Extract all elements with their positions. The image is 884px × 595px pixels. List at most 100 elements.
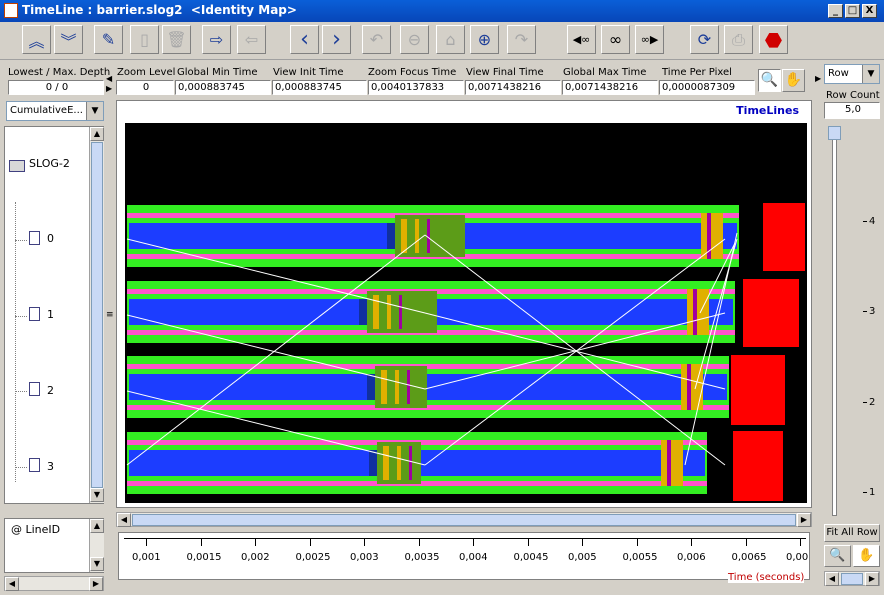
row-combo[interactable]: Row ▼	[824, 64, 880, 84]
legend-combo[interactable]: CumulativeE... ▼	[6, 101, 104, 121]
row-count-field[interactable]: 5,0	[824, 102, 880, 119]
zoom-mode-toggle[interactable]: 🔍	[758, 69, 781, 92]
time-per-pixel-field[interactable]: 0,0000087309	[659, 80, 755, 95]
redo-button[interactable]: ↷	[507, 25, 536, 54]
state-tail-marker	[687, 364, 691, 410]
scroll-left-button[interactable]: ◀	[825, 572, 839, 586]
zoom-in-icon: ⊕	[477, 30, 492, 49]
print-button[interactable]: ⎙	[724, 25, 753, 54]
zoom-in-button[interactable]: ⊕	[470, 25, 499, 54]
row-slider[interactable]: 4 3 2 1	[823, 122, 881, 520]
copy-button[interactable]: ▯	[130, 25, 159, 54]
state-compute	[129, 374, 727, 400]
scroll-left-button[interactable]: ◀	[117, 513, 131, 527]
collapse-left-arrow[interactable]: ◀	[106, 74, 112, 83]
stop-button[interactable]: ⬣	[759, 25, 788, 54]
search-forward-button[interactable]: ∞▶	[635, 25, 664, 54]
line-id-scrollbar[interactable]: ▲ ▼	[89, 519, 104, 572]
global-max-time-field[interactable]: 0,0071438216	[562, 80, 658, 95]
timeline-h-scrollbar[interactable]: ◀ ▶	[116, 512, 812, 527]
splitter-grip-icon[interactable]: ≡	[106, 310, 114, 320]
row-zoom-toggle[interactable]: 🔍	[824, 545, 851, 567]
undo-icon: ↶	[369, 30, 384, 49]
fit-all-rows-button[interactable]: Fit All Row	[824, 524, 880, 542]
ruler-tick	[473, 538, 474, 546]
scroll-down-button[interactable]: ▼	[90, 557, 104, 571]
zoom-focus-time-field[interactable]: 0,0040137833	[368, 80, 464, 95]
search-back-button[interactable]: ◀∞	[567, 25, 596, 54]
window-title: TimeLine : barrier.slog2 <Identity Map>	[22, 3, 297, 17]
scroll-thumb[interactable]	[132, 514, 796, 526]
export-button[interactable]: ⇨	[202, 25, 231, 54]
scroll-down-button[interactable]: ▼	[90, 488, 104, 502]
ruler-tick-label: 0,006	[677, 552, 706, 563]
slider-tick-label: 4	[869, 216, 876, 227]
home-button[interactable]: ⌂	[436, 25, 465, 54]
scroll-right-button[interactable]: ▶	[89, 577, 103, 591]
state-wait	[367, 374, 375, 400]
row-count-label: Row Count	[826, 90, 880, 101]
window-title-bar[interactable]: TimeLine : barrier.slog2 <Identity Map> …	[0, 0, 884, 22]
ruler-tick	[582, 538, 583, 546]
scroll-up-button[interactable]: ▲	[90, 127, 104, 141]
minimize-button[interactable]: _	[828, 4, 843, 18]
global-max-time-label: Global Max Time	[563, 67, 647, 78]
state-event	[409, 446, 412, 480]
row-hand-toggle[interactable]: ✋	[853, 545, 880, 567]
chevron-right-icon: ›	[332, 27, 341, 52]
edit-button[interactable]: ✎	[94, 25, 123, 54]
state-event	[401, 219, 407, 253]
scroll-left-button[interactable]: ‹	[290, 25, 319, 54]
ruler-tick-label: 0,004	[459, 552, 488, 563]
scroll-left-button[interactable]: ◀	[5, 577, 19, 591]
timelines-title: TimeLines	[734, 104, 801, 117]
scroll-right-button[interactable]: ▶	[865, 572, 879, 586]
undo-button[interactable]: ↶	[362, 25, 391, 54]
state-tail	[661, 440, 683, 486]
lowest-max-depth-label: Lowest / Max. Depth	[8, 67, 111, 78]
slider-track	[832, 126, 837, 516]
global-min-time-field[interactable]: 0,000883745	[175, 80, 271, 95]
zoom-out-button[interactable]: ⊖	[400, 25, 429, 54]
slider-tick-label: 3	[869, 306, 876, 317]
line-id-h-scrollbar[interactable]: ◀ ▶	[4, 576, 104, 591]
tree-row-0[interactable]: 0	[47, 232, 54, 245]
tree-row-3[interactable]: 3	[47, 460, 54, 473]
scroll-thumb[interactable]	[91, 142, 103, 488]
lowest-max-depth-field[interactable]: 0 / 0	[8, 80, 104, 95]
tree-row-2[interactable]: 2	[47, 384, 54, 397]
view-final-time-field[interactable]: 0,0071438216	[465, 80, 561, 95]
scroll-right-button[interactable]: ›	[322, 25, 351, 54]
close-button[interactable]: X	[862, 4, 877, 18]
red-state-box	[733, 431, 783, 501]
trash-icon: 🗑	[166, 30, 187, 49]
search-init-button[interactable]: ∞	[601, 25, 630, 54]
up-button[interactable]: ︽	[22, 25, 51, 54]
zoom-level-field[interactable]: 0	[116, 80, 174, 95]
view-init-time-field[interactable]: 0,000883745	[272, 80, 367, 95]
tree-root-label[interactable]: SLOG-2	[29, 157, 70, 170]
ruler-tick	[691, 538, 692, 546]
refresh-button[interactable]: ⟳	[690, 25, 719, 54]
import-button[interactable]: ⇦	[237, 25, 266, 54]
collapse-right-arrow[interactable]: ▶	[106, 84, 112, 93]
scroll-up-button[interactable]: ▲	[90, 519, 104, 533]
time-per-pixel-label: Time Per Pixel	[662, 67, 732, 78]
maximize-button[interactable]: □	[845, 4, 860, 18]
hand-mode-toggle[interactable]: ✋	[782, 69, 805, 92]
tree-vertical-scrollbar[interactable]: ▲ ▼	[89, 127, 104, 503]
ruler-tick	[800, 538, 801, 546]
down-button[interactable]: ︾	[54, 25, 83, 54]
slider-thumb[interactable]	[828, 126, 841, 140]
state-wait	[387, 223, 395, 249]
clipboard-icon: ▯	[140, 30, 149, 49]
delete-button[interactable]: 🗑	[162, 25, 191, 54]
tree-row-1[interactable]: 1	[47, 308, 54, 321]
timeline-canvas[interactable]	[125, 123, 807, 503]
state-event	[427, 219, 430, 253]
right-h-scrollbar[interactable]: ◀ ▶	[824, 571, 880, 586]
scroll-thumb[interactable]	[841, 573, 863, 585]
collapse-right-panel-arrow[interactable]: ▶	[815, 74, 821, 83]
ruler-tick-label: 0,00	[786, 552, 809, 563]
scroll-right-button[interactable]: ▶	[797, 513, 811, 527]
